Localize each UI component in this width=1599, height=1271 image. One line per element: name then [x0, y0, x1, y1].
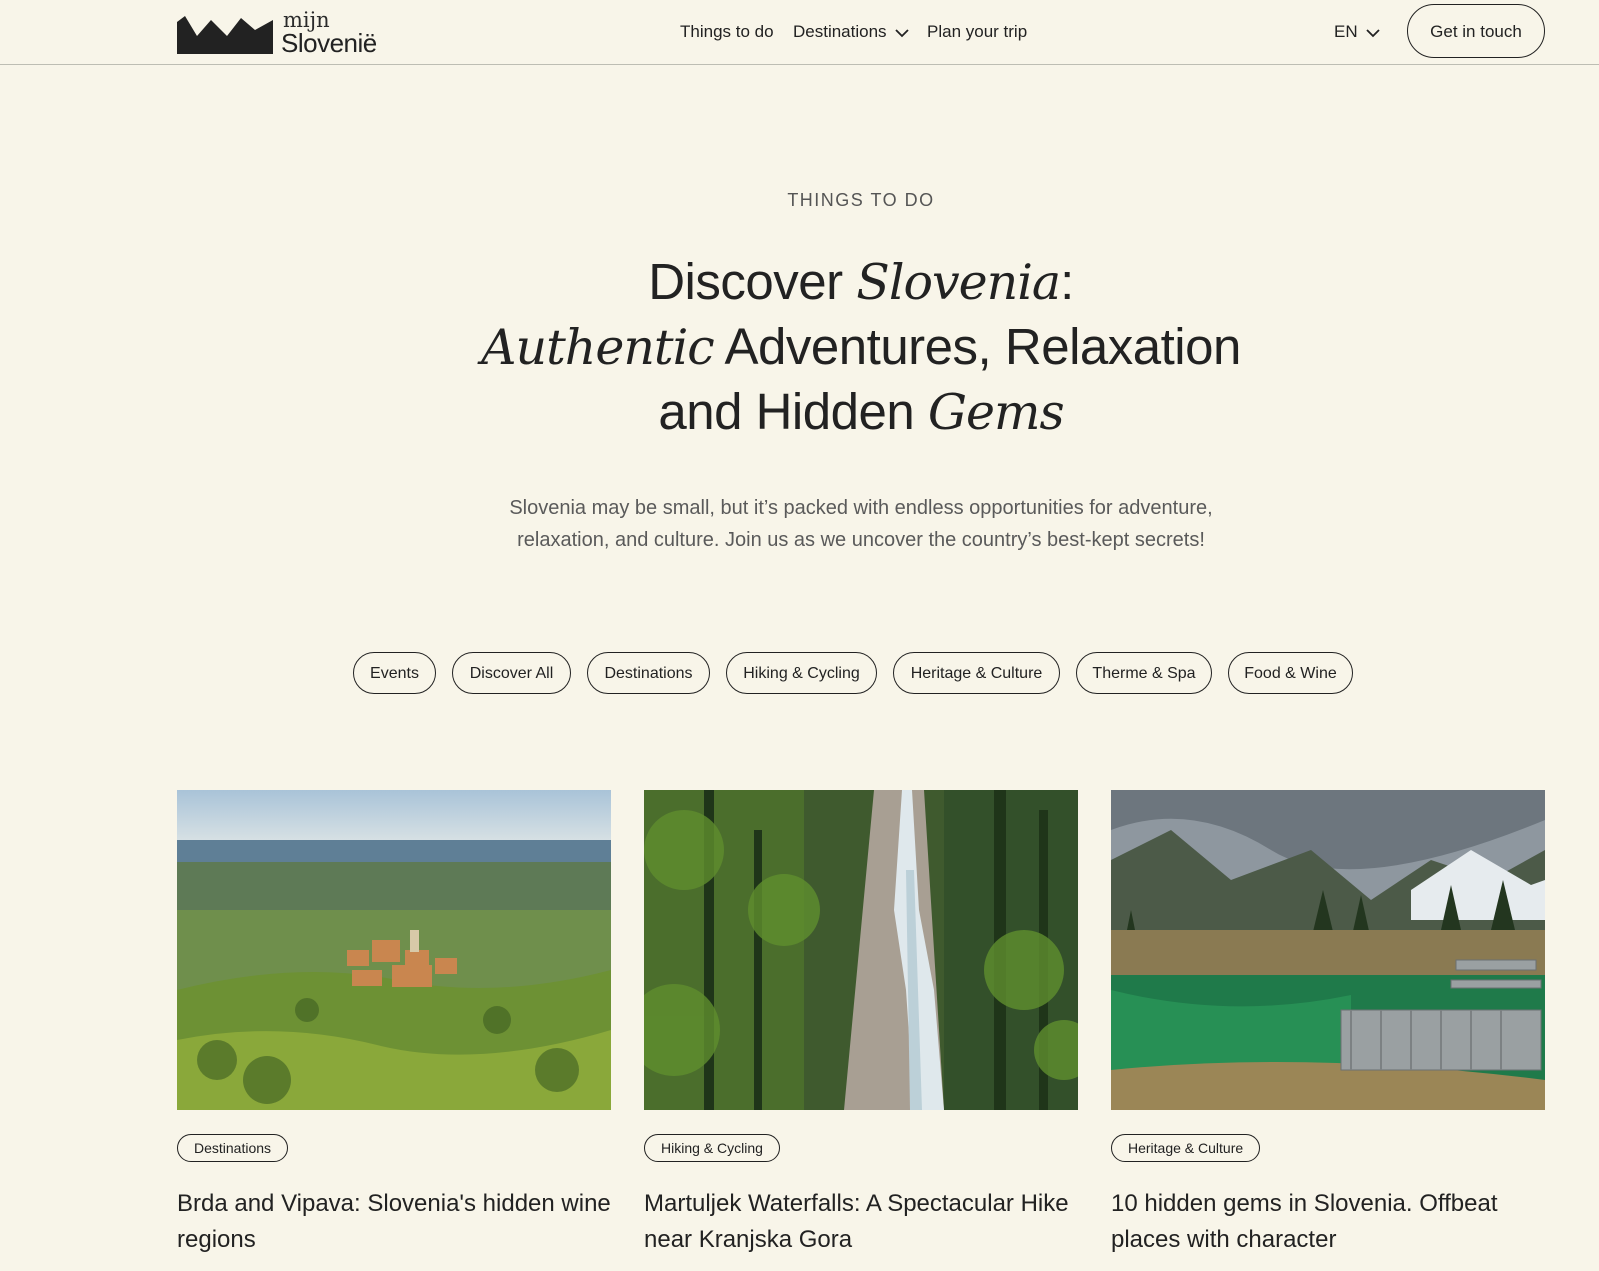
filter-therme-spa[interactable]: Therme & Spa	[1076, 652, 1212, 694]
headline-emphasis: Authentic	[481, 319, 715, 376]
card-title[interactable]: Brda and Vipava: Slovenia's hidden wine …	[177, 1186, 617, 1258]
category-filters: Events Discover All Destinations Hiking …	[0, 652, 1599, 694]
mountain-logo-icon	[177, 16, 273, 54]
headline-text: :	[1060, 253, 1074, 310]
nav-destinations[interactable]: Destinations	[793, 20, 909, 45]
nav-label: Destinations	[793, 22, 887, 41]
nav-things-to-do[interactable]: Things to do	[680, 20, 774, 44]
filter-destinations[interactable]: Destinations	[587, 652, 710, 694]
filter-food-wine[interactable]: Food & Wine	[1228, 652, 1353, 694]
card-image-vineyard-village[interactable]	[177, 790, 611, 1110]
filter-heritage-culture[interactable]: Heritage & Culture	[893, 652, 1060, 694]
language-selector[interactable]: EN	[1334, 20, 1380, 45]
card-category-badge[interactable]: Destinations	[177, 1134, 289, 1162]
card-image-waterfall[interactable]	[644, 790, 1078, 1110]
nav-plan-your-trip[interactable]: Plan your trip	[927, 20, 1027, 44]
filter-discover-all[interactable]: Discover All	[452, 652, 571, 694]
article-card[interactable]: Heritage & Culture 10 hidden gems in Slo…	[1111, 790, 1545, 1253]
article-card[interactable]: Destinations Brda and Vipava: Slovenia's…	[177, 790, 611, 1253]
card-title[interactable]: 10 hidden gems in Slovenia. Offbeat plac…	[1111, 1186, 1551, 1258]
chevron-down-icon	[894, 21, 909, 45]
chevron-down-icon	[1365, 21, 1380, 45]
filter-events[interactable]: Events	[353, 652, 436, 694]
nav-label: Plan your trip	[927, 22, 1028, 41]
card-title[interactable]: Martuljek Waterfalls: A Spectacular Hike…	[644, 1186, 1084, 1258]
site-header: mijn Slovenië Things to do Destinations …	[0, 0, 1599, 65]
card-category-badge[interactable]: Heritage & Culture	[1111, 1134, 1261, 1162]
card-category-badge[interactable]: Hiking & Cycling	[644, 1134, 780, 1162]
nav-label: Things to do	[680, 22, 774, 41]
get-in-touch-button[interactable]: Get in touch	[1407, 4, 1545, 58]
card-image-lake-bench[interactable]	[1111, 790, 1545, 1110]
eyebrow: THINGS TO DO	[787, 190, 935, 210]
filter-hiking-cycling[interactable]: Hiking & Cycling	[726, 652, 877, 694]
page-title: Discover Slovenia: Authentic Adventures,…	[461, 250, 1261, 445]
intro-paragraph: Slovenia may be small, but it’s packed w…	[509, 497, 1213, 551]
language-label: EN	[1334, 22, 1358, 41]
headline-text: and Hidden	[658, 383, 928, 440]
article-card[interactable]: Hiking & Cycling Martuljek Waterfalls: A…	[644, 790, 1078, 1253]
site-logo[interactable]: mijn Slovenië	[177, 8, 377, 58]
headline-text: Discover	[648, 253, 857, 310]
logo-brand-text: Slovenië	[281, 28, 377, 58]
headline-emphasis: Slovenia	[856, 254, 1061, 311]
headline-text: Adventures, Relaxation	[713, 318, 1242, 375]
headline-emphasis: Gems	[927, 384, 1065, 441]
